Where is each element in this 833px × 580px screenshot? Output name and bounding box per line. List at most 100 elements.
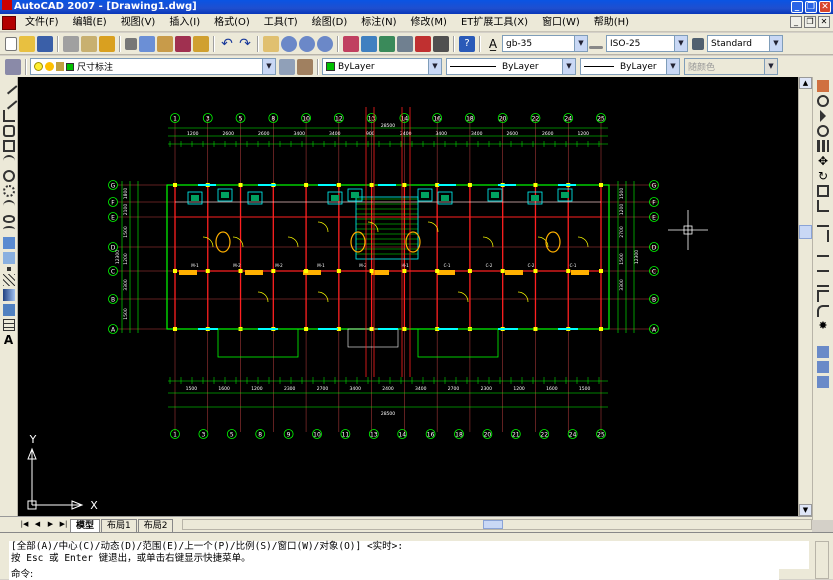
chevron-down-icon[interactable]: ▼ bbox=[666, 59, 679, 74]
rotate-icon[interactable]: ↻ bbox=[817, 170, 829, 182]
menu-window[interactable]: 窗口(W) bbox=[535, 14, 587, 32]
spline-icon[interactable] bbox=[2, 200, 15, 212]
zoom-window-icon[interactable] bbox=[299, 35, 315, 52]
offset-icon[interactable] bbox=[817, 125, 829, 137]
first-tab-button[interactable]: |◀ bbox=[19, 519, 30, 530]
trim-icon[interactable] bbox=[817, 215, 829, 227]
menu-help[interactable]: 帮助(H) bbox=[587, 14, 636, 32]
chamfer-icon[interactable] bbox=[817, 290, 829, 302]
hatch-icon[interactable] bbox=[2, 274, 15, 286]
construction-line-icon[interactable] bbox=[0, 92, 17, 110]
layer-select[interactable]: 尺寸标注 ▼ bbox=[30, 58, 276, 75]
scroll-down-button[interactable]: ▼ bbox=[799, 504, 812, 516]
stretch-icon[interactable] bbox=[817, 200, 829, 212]
chevron-down-icon[interactable]: ▼ bbox=[262, 59, 275, 74]
drawing-document-icon[interactable] bbox=[2, 15, 16, 30]
command-input[interactable]: 命令: bbox=[9, 569, 779, 580]
copy-icon[interactable] bbox=[139, 35, 155, 52]
menu-modify[interactable]: 修改(M) bbox=[404, 14, 454, 32]
lightbulb-icon[interactable] bbox=[34, 62, 43, 71]
zoom-previous-icon[interactable] bbox=[317, 35, 333, 52]
menu-file[interactable]: 文件(F) bbox=[18, 14, 66, 32]
explode-icon[interactable]: ✸ bbox=[817, 320, 829, 332]
tab-layout2[interactable]: 布局2 bbox=[137, 519, 174, 532]
multiline-text-icon[interactable]: A bbox=[3, 334, 15, 346]
tab-layout1[interactable]: 布局1 bbox=[101, 519, 137, 532]
sun-icon[interactable] bbox=[45, 62, 54, 71]
paste-icon[interactable] bbox=[157, 35, 173, 52]
doc-close-button[interactable]: ✕ bbox=[818, 16, 830, 28]
linetype-select[interactable]: ByLayer ▼ bbox=[446, 58, 576, 75]
unlock-icon[interactable] bbox=[56, 62, 64, 71]
extend-icon[interactable] bbox=[817, 230, 829, 242]
print-icon[interactable] bbox=[63, 35, 79, 52]
menu-insert[interactable]: 插入(I) bbox=[162, 14, 207, 32]
chevron-down-icon[interactable]: ▼ bbox=[562, 59, 575, 74]
minimize-button[interactable]: _ bbox=[791, 1, 803, 13]
revision-cloud-icon[interactable] bbox=[2, 185, 15, 197]
menu-express-tools[interactable]: ET扩展工具(X) bbox=[454, 14, 535, 32]
drawing-canvas[interactable]: 1 3 5 8 10 12 13 14 16 18 20 22 24 25 1 3 5 8 9 10 11 13 14 16 1… bbox=[18, 77, 812, 516]
horizontal-scrollbar[interactable] bbox=[182, 519, 812, 530]
polyline-icon[interactable] bbox=[2, 110, 15, 122]
scroll-up-button[interactable]: ▲ bbox=[799, 77, 812, 89]
cut-icon[interactable] bbox=[125, 37, 137, 50]
menu-view[interactable]: 视图(V) bbox=[114, 14, 163, 32]
chevron-down-icon[interactable]: ▼ bbox=[674, 36, 687, 51]
circle-icon[interactable] bbox=[2, 170, 15, 182]
layer-manager-icon[interactable] bbox=[5, 58, 21, 75]
text-style-select[interactable]: gb-35 ▼ bbox=[502, 35, 588, 52]
chevron-down-icon[interactable]: ▼ bbox=[574, 36, 587, 51]
ellipse-icon[interactable] bbox=[2, 215, 15, 223]
draw-order-front-icon[interactable] bbox=[817, 361, 829, 373]
block-editor-icon[interactable] bbox=[193, 35, 209, 52]
publish-icon[interactable] bbox=[99, 35, 115, 52]
mirror-icon[interactable] bbox=[820, 110, 826, 122]
match-properties-icon[interactable] bbox=[175, 35, 191, 52]
gradient-icon[interactable] bbox=[2, 289, 15, 301]
close-button[interactable]: ✕ bbox=[819, 1, 831, 13]
make-object-layer-current-icon[interactable] bbox=[279, 58, 295, 75]
redo-icon[interactable]: ↷ bbox=[237, 36, 253, 52]
draw-order-back-icon[interactable] bbox=[817, 376, 829, 388]
vertical-scrollbar[interactable]: ▲ ▼ bbox=[798, 77, 812, 516]
scroll-thumb[interactable] bbox=[799, 225, 812, 239]
tool-palettes-icon[interactable] bbox=[379, 35, 395, 52]
copy-object-icon[interactable] bbox=[817, 95, 829, 107]
color-select[interactable]: ByLayer ▼ bbox=[322, 58, 442, 75]
menu-dimension[interactable]: 标注(N) bbox=[354, 14, 403, 32]
calculator-icon[interactable] bbox=[433, 35, 449, 52]
pan-icon[interactable] bbox=[263, 35, 279, 52]
prev-tab-button[interactable]: ◀ bbox=[32, 519, 43, 530]
command-scrollbar[interactable] bbox=[815, 541, 829, 579]
markup-set-icon[interactable] bbox=[415, 35, 431, 52]
arc-icon[interactable] bbox=[2, 155, 15, 167]
last-tab-button[interactable]: ▶| bbox=[58, 519, 69, 530]
fillet-icon[interactable] bbox=[817, 305, 829, 317]
table-style-select[interactable]: Standard ▼ bbox=[707, 35, 783, 52]
undo-icon[interactable]: ↶ bbox=[219, 36, 235, 52]
menu-format[interactable]: 格式(O) bbox=[207, 14, 257, 32]
move-icon[interactable]: ✥ bbox=[817, 155, 829, 167]
erase-icon[interactable] bbox=[817, 80, 829, 92]
layer-previous-icon[interactable] bbox=[297, 58, 313, 75]
chevron-down-icon[interactable]: ▼ bbox=[428, 59, 441, 74]
break-at-point-icon[interactable] bbox=[817, 245, 829, 257]
doc-restore-button[interactable]: ❐ bbox=[804, 16, 816, 28]
design-center-icon[interactable] bbox=[361, 35, 377, 52]
dim-style-select[interactable]: ISO-25 ▼ bbox=[606, 35, 688, 52]
ellipse-arc-icon[interactable] bbox=[2, 226, 15, 234]
zoom-realtime-icon[interactable] bbox=[281, 35, 297, 52]
chevron-down-icon[interactable]: ▼ bbox=[769, 36, 782, 51]
break-icon[interactable] bbox=[817, 260, 829, 272]
restore-button[interactable]: ❐ bbox=[805, 1, 817, 13]
polygon-icon[interactable] bbox=[2, 125, 15, 137]
tab-model[interactable]: 模型 bbox=[70, 519, 101, 532]
menu-draw[interactable]: 绘图(D) bbox=[305, 14, 355, 32]
scale-icon[interactable] bbox=[817, 185, 829, 197]
hscroll-thumb[interactable] bbox=[483, 520, 503, 529]
doc-minimize-button[interactable]: _ bbox=[790, 16, 802, 28]
help-icon[interactable]: ? bbox=[459, 35, 475, 52]
draw-order-icon[interactable] bbox=[817, 346, 829, 358]
open-file-icon[interactable] bbox=[19, 35, 35, 52]
